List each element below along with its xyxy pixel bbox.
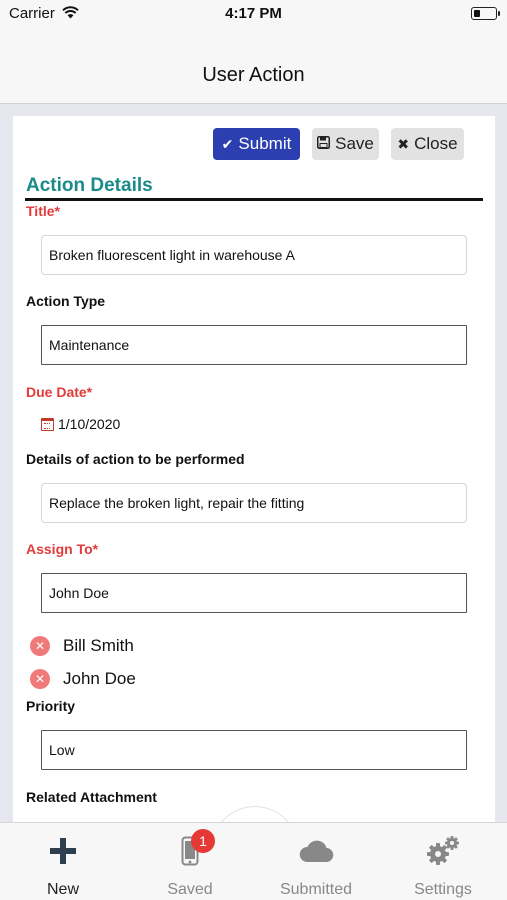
close-button[interactable]: ✖ Close [391, 128, 464, 160]
remove-assignee-icon[interactable]: ✕ [30, 669, 50, 689]
status-bar: Carrier 4:17 PM [0, 0, 507, 28]
details-label: Details of action to be performed [26, 451, 245, 467]
details-field[interactable]: Replace the broken light, repair the fit… [41, 483, 467, 523]
assignee-chip: ✕ Bill Smith [30, 636, 134, 656]
due-date-value: 1/10/2020 [58, 416, 121, 432]
navigation-bar: User Action [0, 28, 507, 104]
cloud-icon [253, 833, 379, 869]
action-type-field[interactable]: Maintenance [41, 325, 467, 365]
clock: 4:17 PM [225, 5, 282, 22]
tab-label: Settings [414, 881, 472, 898]
close-label: Close [414, 134, 458, 153]
section-divider [25, 198, 483, 201]
plus-icon [0, 833, 126, 869]
assign-to-label: Assign To* [26, 541, 99, 557]
tab-label: Saved [167, 881, 213, 898]
tab-new[interactable]: New [0, 823, 126, 900]
submit-label: Submit [238, 134, 292, 153]
assignee-chip: ✕ John Doe [30, 669, 136, 689]
assignee-name: John Doe [63, 669, 136, 688]
remove-assignee-icon[interactable]: ✕ [30, 636, 50, 656]
tab-label: New [46, 881, 79, 898]
assignee-name: Bill Smith [63, 636, 134, 655]
close-icon: ✖ [397, 136, 410, 152]
gears-icon [380, 833, 506, 869]
tab-settings[interactable]: Settings [380, 823, 506, 900]
battery-icon [471, 7, 500, 20]
section-title: Action Details [26, 175, 153, 196]
phone-icon [127, 833, 253, 869]
priority-label: Priority [26, 698, 76, 714]
priority-field[interactable]: Low [41, 730, 467, 770]
tab-label: Submitted [279, 881, 353, 898]
calendar-icon [41, 417, 54, 431]
save-label: Save [335, 134, 374, 153]
tab-saved[interactable]: 1 Saved [127, 823, 253, 900]
page-title: User Action [202, 64, 305, 86]
tab-bar: New 1 Saved Submitted Settings [0, 822, 507, 900]
checkmark-icon: ✔ [221, 136, 234, 152]
tab-submitted[interactable]: Submitted [253, 823, 379, 900]
floppy-disk-icon [317, 134, 331, 154]
save-button[interactable]: Save [312, 128, 379, 160]
title-label: Title* [26, 203, 60, 219]
action-type-label: Action Type [26, 293, 106, 309]
due-date-label: Due Date* [26, 384, 93, 400]
related-attachment-label: Related Attachment [26, 789, 157, 805]
assign-to-field[interactable]: John Doe [41, 573, 467, 613]
submit-button[interactable]: ✔ Submit [213, 128, 300, 160]
action-form-card: ✔ Submit Save ✖ Close Action Details Tit… [13, 116, 495, 824]
due-date-picker[interactable]: 1/10/2020 [41, 416, 120, 432]
title-field[interactable]: Broken fluorescent light in warehouse A [41, 235, 467, 275]
saved-count-badge: 1 [191, 829, 215, 853]
